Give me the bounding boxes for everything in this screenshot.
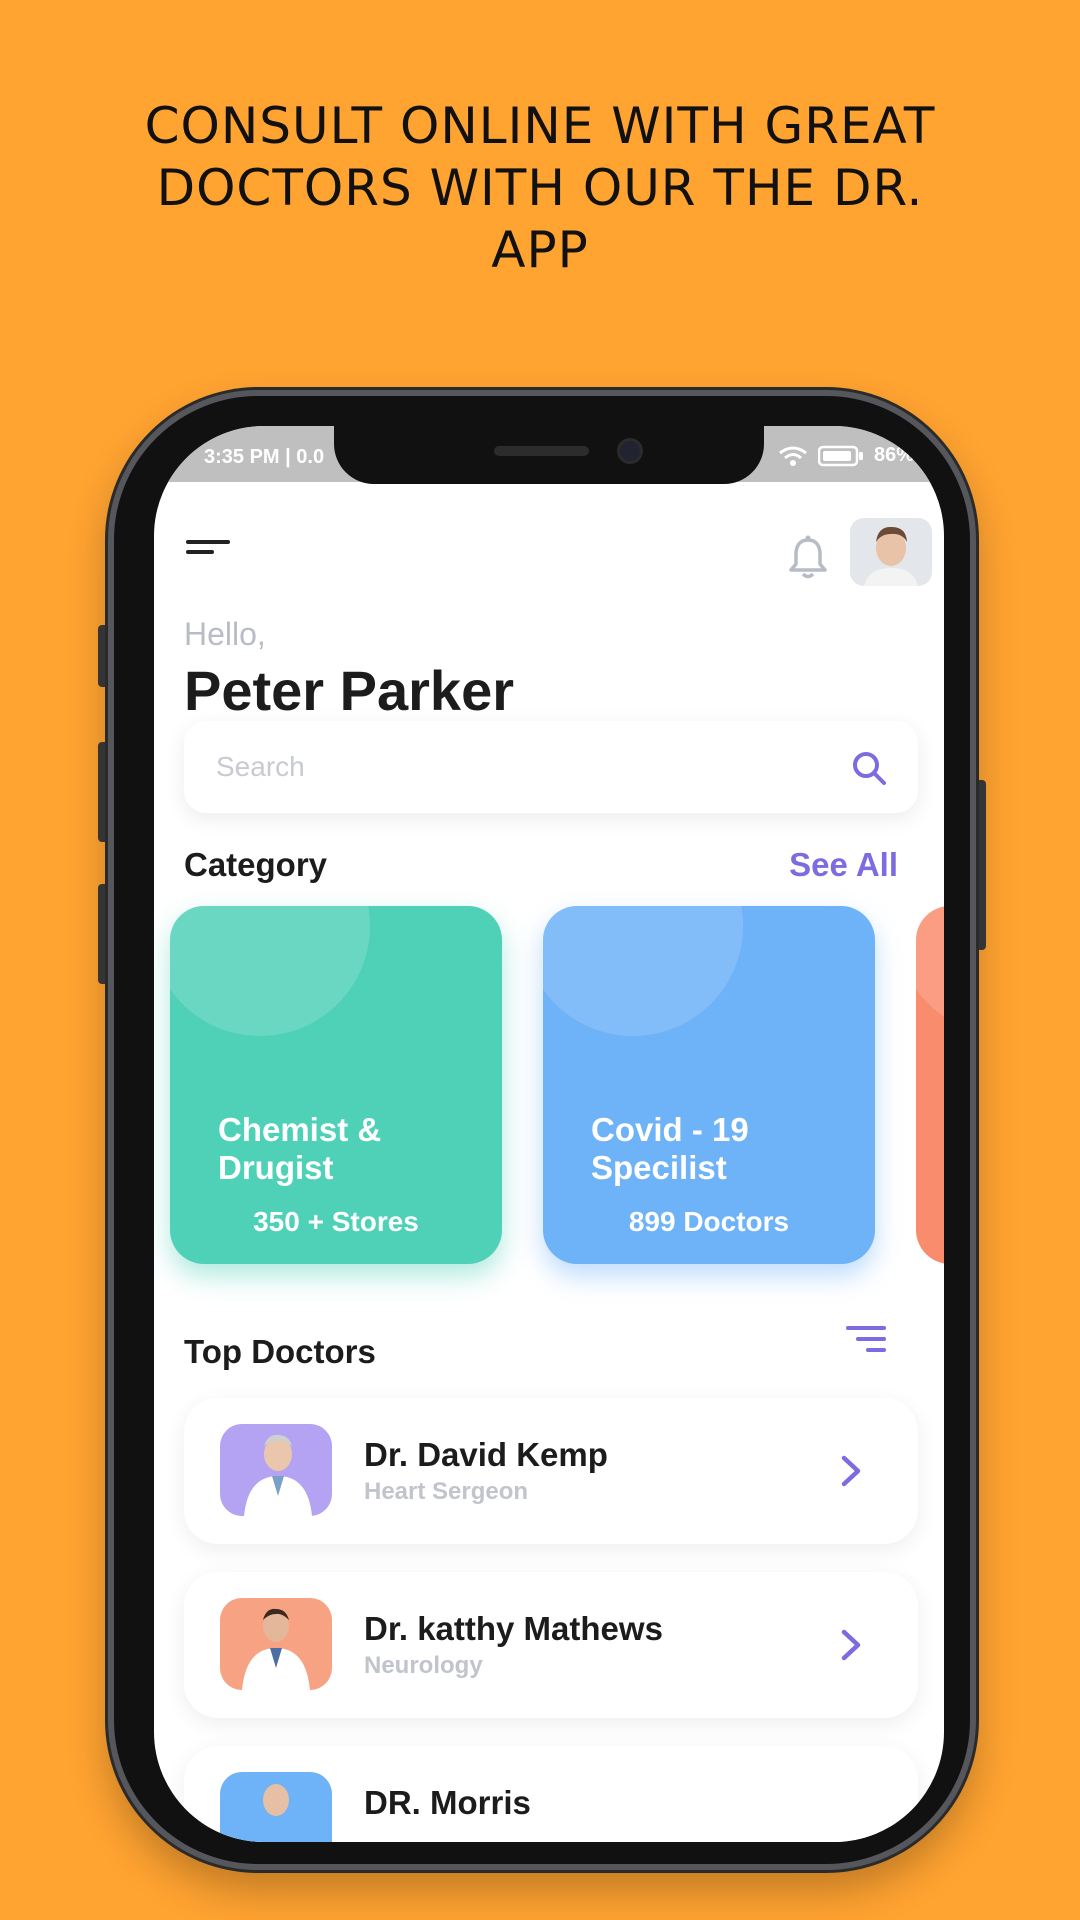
app-screen: 3:35 PM | 0.0 86% Hello, Peter Parker Se… [154,426,944,1842]
doctor-avatar-icon [244,1434,312,1516]
phone-volume-up-button [98,742,108,842]
category-card-title: Chemist & Drugist [218,1111,382,1186]
card-decoration [543,906,743,1036]
bell-icon[interactable] [784,534,832,582]
phone-volume-down-button [98,884,108,984]
search-icon[interactable] [850,749,888,787]
avatar[interactable] [850,518,932,586]
headline-line-2: DOCTORS WITH OUR THE DR. [156,159,924,217]
category-card-chemist[interactable]: Chemist & Drugist 350 + Stores [170,906,502,1264]
category-title: Category [184,846,328,883]
doctor-card[interactable]: Dr. David Kemp Heart Sergeon [184,1398,918,1544]
speaker-grille [494,446,589,456]
phone-frame: 3:35 PM | 0.0 86% Hello, Peter Parker Se… [108,390,976,1870]
phone-notch [334,426,764,484]
doctor-avatar-icon [242,1608,310,1690]
search-bar[interactable] [184,721,918,813]
top-doctors-title: Top Doctors [184,1333,376,1370]
headline-line-3: APP [491,221,589,279]
category-card-subtitle: 350 + Stores [253,1206,419,1237]
menu-icon[interactable] [186,538,230,562]
category-card-covid[interactable]: Covid - 19 Specilist 899 Doctors [543,906,875,1264]
doctor-name: DR. Morris [364,1784,531,1821]
user-name: Peter Parker [184,659,515,722]
doctor-name: Dr. David Kemp [364,1436,608,1473]
doctor-photo [220,1598,332,1690]
card-decoration [170,906,370,1036]
filter-icon[interactable] [846,1326,886,1352]
greeting-hello: Hello, [184,616,266,652]
doctor-name: Dr. katthy Mathews [364,1610,663,1647]
chevron-right-icon[interactable] [840,1628,862,1662]
user-avatar-icon [850,518,932,586]
headline: CONSULT ONLINE WITH GREAT DOCTORS WITH O… [90,95,990,281]
front-camera [617,438,643,464]
doctor-specialty: Neurology [364,1652,483,1679]
headline-line-1: CONSULT ONLINE WITH GREAT [144,97,936,155]
search-input[interactable] [216,745,776,789]
doctor-avatar-icon [263,1784,289,1816]
status-icons: 86% [778,444,914,467]
status-time: 3:35 PM | 0.0 [204,446,325,468]
see-all-link[interactable]: See All [789,846,898,884]
doctor-photo [220,1772,332,1842]
category-card-subtitle: 899 Doctors [628,1206,790,1237]
battery-icon [817,445,863,466]
battery-level: 86% [873,444,914,466]
wifi-icon [779,446,807,466]
card-decoration [916,906,944,1036]
chevron-right-icon[interactable] [840,1454,862,1488]
phone-silent-switch [98,625,108,687]
doctor-photo [220,1424,332,1516]
category-card-title: Covid - 19 Specilist [591,1111,749,1186]
phone-power-button [976,780,986,950]
doctor-card[interactable]: Dr. katthy Mathews Neurology [184,1572,918,1718]
doctor-specialty: Heart Sergeon [364,1478,529,1505]
category-card-partial[interactable] [916,906,944,1264]
doctor-card[interactable]: DR. Morris [184,1746,918,1842]
